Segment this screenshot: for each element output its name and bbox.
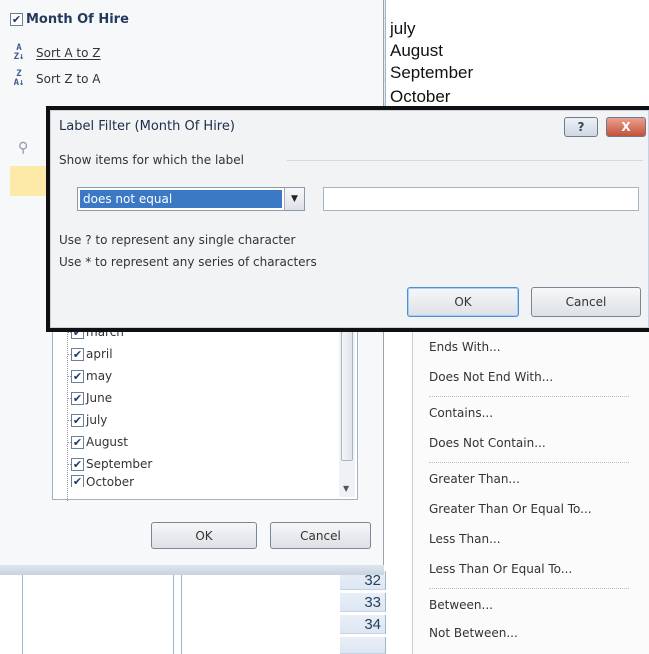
clear-filter-icon: ⚲: [18, 140, 29, 156]
list-item[interactable]: ✔ September: [71, 453, 152, 475]
group-label: Show items for which the label: [59, 153, 244, 167]
menu-item-contains[interactable]: Contains...: [429, 406, 493, 420]
field-header: ✔ Month Of Hire: [10, 8, 129, 30]
group-divider: [287, 160, 643, 161]
close-button[interactable]: X: [606, 117, 646, 137]
menu-item-between[interactable]: Between...: [429, 598, 493, 612]
chevron-down-icon[interactable]: ▼: [284, 188, 304, 210]
row-header[interactable]: 34: [340, 615, 386, 634]
column-divider: [181, 575, 182, 654]
label-filter-submenu: Ends With... Does Not End With... Contai…: [412, 320, 649, 654]
item-checkbox[interactable]: ✔: [71, 435, 84, 449]
item-checkbox[interactable]: ✔: [71, 347, 84, 361]
item-checkbox[interactable]: ✔: [71, 475, 84, 487]
menu-separator: [429, 396, 629, 397]
scrollbar-thumb[interactable]: [341, 331, 353, 461]
cell[interactable]: October: [390, 87, 450, 107]
menu-item-ends-with[interactable]: Ends With...: [429, 340, 501, 354]
menu-item-greater-than-or-equal[interactable]: Greater Than Or Equal To...: [429, 502, 592, 516]
item-label: april: [86, 347, 113, 361]
sheet-bottom-area: [0, 575, 340, 654]
sort-a-to-z-item[interactable]: A Z↓ Sort A to Z: [10, 44, 101, 62]
list-item[interactable]: ✔ july: [71, 409, 107, 431]
cell[interactable]: August: [390, 41, 443, 61]
close-icon: X: [621, 120, 631, 134]
item-label: july: [86, 413, 108, 427]
sort-z-to-a-label: Sort Z to A: [36, 72, 101, 86]
column-divider: [22, 575, 23, 654]
item-label: October: [86, 475, 135, 487]
item-label: June: [86, 391, 113, 405]
dialog-cancel-button[interactable]: Cancel: [531, 287, 641, 317]
menu-item-greater-than[interactable]: Greater Than...: [429, 472, 520, 486]
sort-a-to-z-label: Sort A to Z: [36, 46, 101, 60]
filter-value-input[interactable]: [323, 187, 639, 211]
cell[interactable]: july: [390, 19, 416, 39]
item-checkbox[interactable]: ✔: [71, 413, 84, 427]
panel-cancel-button[interactable]: Cancel: [270, 522, 371, 549]
dialog-title: Label Filter (Month Of Hire): [59, 119, 235, 134]
panel-bottom-border: [0, 565, 384, 575]
list-item[interactable]: ✔ August: [71, 431, 128, 453]
field-name: Month Of Hire: [26, 11, 129, 27]
row-header[interactable]: 33: [340, 593, 386, 612]
item-label: may: [86, 369, 113, 383]
sort-ascending-icon: A Z↓: [13, 43, 25, 62]
menu-item-less-than[interactable]: Less Than...: [429, 532, 501, 546]
menu-item-does-not-contain[interactable]: Does Not Contain...: [429, 436, 546, 450]
operator-dropdown[interactable]: does not equal ▼: [77, 187, 305, 211]
list-item[interactable]: ✔ June: [71, 387, 112, 409]
field-checkbox[interactable]: ✔: [10, 12, 23, 26]
sort-z-to-a-item[interactable]: Z A↓ Sort Z to A: [10, 70, 101, 88]
item-label: August: [86, 435, 128, 449]
list-scrollbar[interactable]: ▼: [339, 323, 355, 497]
menu-item-less-than-or-equal[interactable]: Less Than Or Equal To...: [429, 562, 572, 576]
list-item[interactable]: ✔ may: [71, 365, 112, 387]
dialog-body: Label Filter (Month Of Hire) ? X Show it…: [50, 110, 649, 328]
row-header[interactable]: [340, 637, 386, 654]
menu-separator: [429, 462, 629, 463]
item-checkbox[interactable]: ✔: [71, 369, 84, 383]
items-list: ✔ march ✔ april ✔ may ✔ June ✔ july ✔ Au…: [52, 320, 358, 501]
column-divider: [173, 575, 174, 654]
hint-single-char: Use ? to represent any single character: [59, 233, 296, 247]
operator-selected-value: does not equal: [80, 190, 282, 208]
cell[interactable]: September: [390, 63, 473, 83]
list-item[interactable]: ✔ October: [71, 475, 134, 487]
menu-separator: [429, 588, 629, 589]
tree-line: [67, 321, 68, 501]
list-item[interactable]: ✔ april: [71, 343, 113, 365]
menu-item-not-between[interactable]: Not Between...: [429, 626, 518, 640]
panel-ok-button[interactable]: OK: [151, 522, 257, 549]
sort-descending-icon: Z A↓: [13, 69, 25, 88]
scroll-down-arrow-icon[interactable]: ▼: [343, 484, 349, 493]
label-filter-dialog: Label Filter (Month Of Hire) ? X Show it…: [46, 106, 649, 332]
dialog-ok-button[interactable]: OK: [407, 287, 519, 317]
hint-series-chars: Use * to represent any series of charact…: [59, 255, 317, 269]
menu-item-does-not-end-with[interactable]: Does Not End With...: [429, 370, 553, 384]
help-button[interactable]: ?: [564, 117, 598, 137]
item-label: September: [86, 457, 153, 471]
item-checkbox[interactable]: ✔: [71, 457, 84, 471]
item-checkbox[interactable]: ✔: [71, 391, 84, 405]
